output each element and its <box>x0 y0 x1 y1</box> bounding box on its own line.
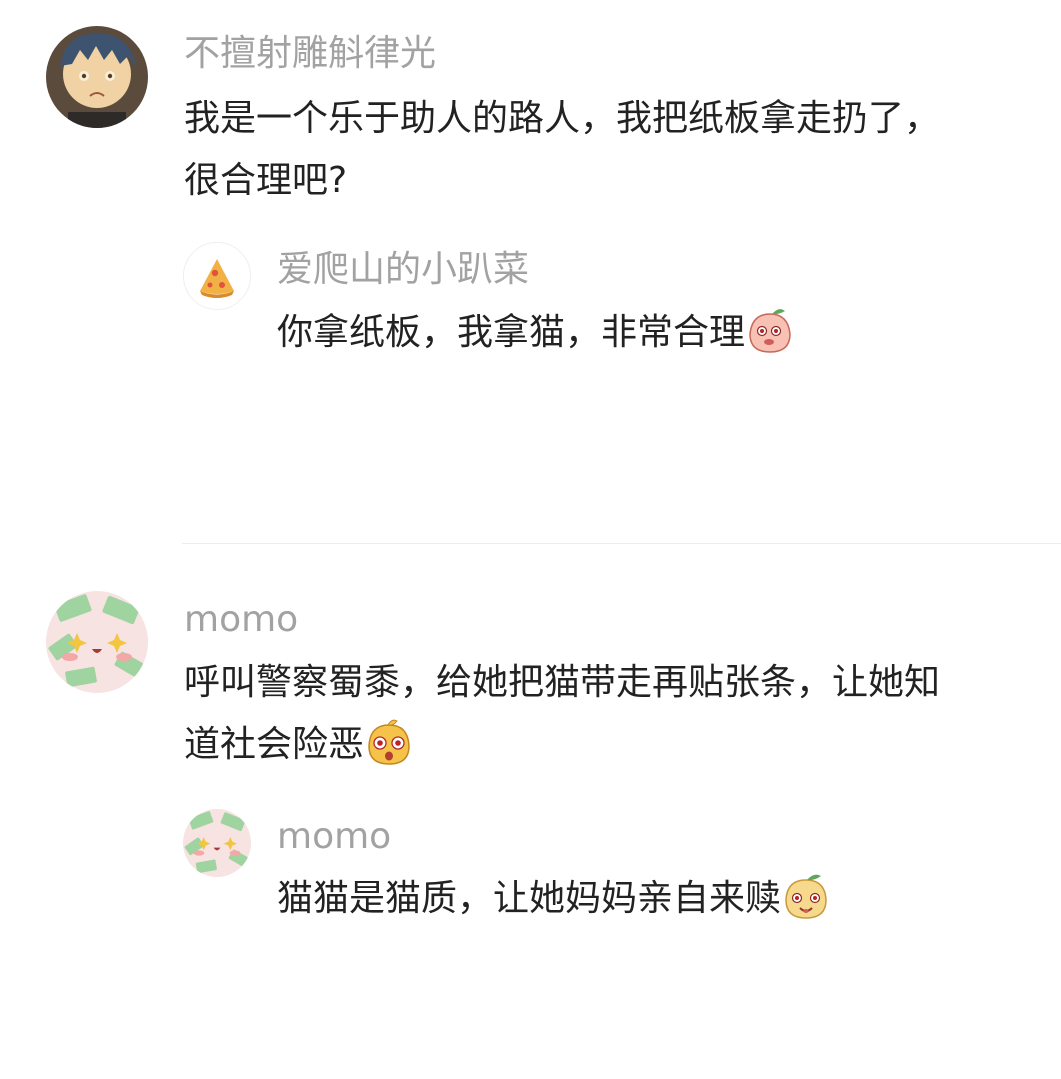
reply-avatar[interactable] <box>183 809 251 877</box>
comment-text: 呼叫警察蜀黍，给她把猫带走再贴张条，让她知 道社会险恶 <box>184 652 940 776</box>
comment-text-line: 道社会险恶 <box>184 714 940 776</box>
comment-thread-2: momo 呼叫警察蜀黍，给她把猫带走再贴张条，让她知 道社会险恶 momo 猫猫… <box>0 0 1061 1079</box>
comment-username[interactable]: momo <box>184 598 298 642</box>
reply-text: 猫猫是猫质，让她妈妈亲自来赎 <box>277 878 782 919</box>
comment-text-segment: 道社会险恶 <box>184 724 365 765</box>
reply-username[interactable]: momo <box>277 815 391 859</box>
smug-face-emoji-icon <box>781 872 831 922</box>
comment-text-line: 呼叫警察蜀黍，给她把猫带走再贴张条，让她知 <box>184 662 941 703</box>
reply-text-row: 猫猫是猫质，让她妈妈亲自来赎 <box>277 868 831 930</box>
user-avatar[interactable] <box>46 591 148 693</box>
shocked-face-emoji-icon <box>364 718 414 768</box>
